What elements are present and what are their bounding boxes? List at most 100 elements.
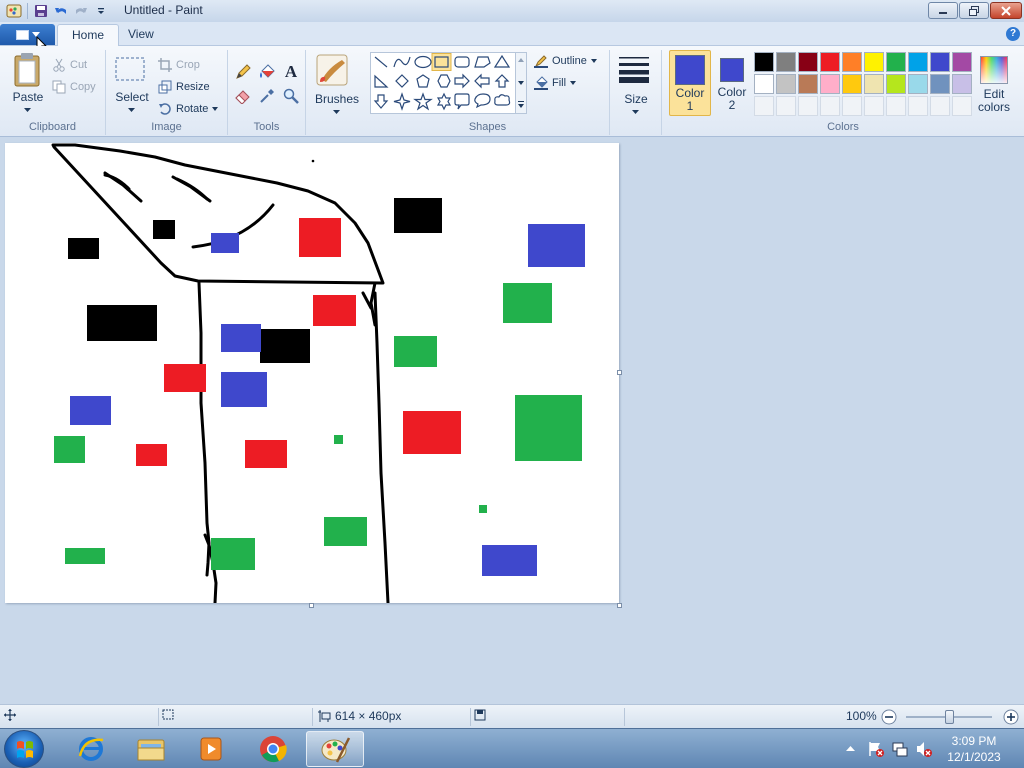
fill-button[interactable]: Fill — [534, 76, 577, 90]
resize-handle-corner[interactable] — [617, 603, 622, 608]
line-shape-icon[interactable] — [374, 56, 388, 68]
rounded-rectangle-shape-icon[interactable] — [454, 56, 470, 68]
clock[interactable]: 3:09 PM 12/1/2023 — [946, 733, 1002, 765]
close-button[interactable] — [990, 2, 1022, 19]
palette-swatch[interactable] — [886, 74, 906, 94]
taskbar-paint[interactable] — [306, 731, 364, 767]
rectangle-shape-icon[interactable] — [431, 53, 452, 71]
palette-swatch[interactable] — [754, 74, 774, 94]
oval-callout-shape-icon[interactable] — [474, 93, 491, 109]
custom-color-slot[interactable] — [776, 96, 796, 116]
custom-color-slot[interactable] — [930, 96, 950, 116]
fill-bucket-icon[interactable] — [257, 62, 277, 82]
custom-color-slot[interactable] — [864, 96, 884, 116]
palette-swatch[interactable] — [864, 52, 884, 72]
color1-button[interactable]: Color 1 — [669, 50, 711, 116]
custom-color-slot[interactable] — [842, 96, 862, 116]
help-icon[interactable]: ? — [1006, 27, 1020, 41]
cut-button[interactable]: Cut — [52, 58, 87, 72]
size-button[interactable]: Size — [616, 52, 656, 114]
custom-color-slot[interactable] — [908, 96, 928, 116]
shapes-gallery-scrollbar[interactable] — [515, 52, 527, 114]
undo-icon[interactable] — [51, 2, 71, 20]
redo-icon[interactable] — [71, 2, 91, 20]
paste-button[interactable]: Paste — [8, 52, 48, 112]
palette-swatch[interactable] — [754, 52, 774, 72]
custom-color-slot[interactable] — [886, 96, 906, 116]
palette-swatch[interactable] — [842, 74, 862, 94]
hexagon-shape-icon[interactable] — [437, 74, 451, 88]
paint-app-icon[interactable] — [4, 2, 24, 20]
taskbar-media-player[interactable] — [182, 731, 240, 767]
up-arrow-shape-icon[interactable] — [494, 74, 510, 88]
palette-swatch[interactable] — [952, 74, 972, 94]
diamond-shape-icon[interactable] — [395, 74, 409, 88]
pencil-icon[interactable] — [233, 62, 253, 82]
select-button[interactable]: Select — [112, 52, 152, 112]
tab-view[interactable]: View — [114, 24, 168, 46]
crop-button[interactable]: Crop — [158, 58, 200, 72]
polygon-shape-icon[interactable] — [474, 56, 491, 68]
palette-swatch[interactable] — [820, 74, 840, 94]
custom-color-slot[interactable] — [820, 96, 840, 116]
text-icon[interactable]: A — [281, 62, 301, 82]
triangle-shape-icon[interactable] — [493, 54, 511, 68]
curve-shape-icon[interactable] — [393, 56, 411, 68]
edit-colors-button[interactable]: Edit colors — [974, 52, 1014, 116]
pentagon-shape-icon[interactable] — [416, 74, 430, 88]
eraser-icon[interactable] — [233, 86, 253, 106]
oval-shape-icon[interactable] — [414, 55, 432, 69]
copy-button[interactable]: Copy — [52, 80, 96, 94]
palette-swatch[interactable] — [930, 52, 950, 72]
zoom-in-button[interactable] — [1003, 709, 1019, 725]
palette-swatch[interactable] — [842, 52, 862, 72]
rotate-button[interactable]: Rotate — [158, 102, 219, 116]
color2-button[interactable]: Color 2 — [714, 50, 754, 116]
custom-color-slot[interactable] — [952, 96, 972, 116]
taskbar-internet-explorer[interactable] — [62, 731, 120, 767]
five-point-star-shape-icon[interactable] — [413, 92, 433, 111]
save-icon[interactable] — [31, 2, 51, 20]
palette-swatch[interactable] — [820, 52, 840, 72]
minimize-button[interactable] — [928, 2, 958, 19]
zoom-out-button[interactable] — [881, 709, 897, 725]
palette-swatch[interactable] — [864, 74, 884, 94]
zoom-slider-thumb[interactable] — [945, 710, 954, 724]
tab-home[interactable]: Home — [57, 24, 120, 46]
resize-button[interactable]: Resize — [158, 80, 210, 94]
palette-swatch[interactable] — [952, 52, 972, 72]
palette-swatch[interactable] — [798, 52, 818, 72]
customize-qat-icon[interactable] — [91, 2, 111, 20]
resize-handle-right[interactable] — [617, 370, 622, 375]
network-icon[interactable] — [891, 740, 909, 758]
show-hidden-icons[interactable] — [846, 745, 855, 752]
brushes-button[interactable]: Brushes — [314, 52, 360, 114]
left-arrow-shape-icon[interactable] — [474, 73, 490, 89]
palette-swatch[interactable] — [776, 74, 796, 94]
palette-swatch[interactable] — [776, 52, 796, 72]
taskbar-chrome[interactable] — [244, 731, 302, 767]
magnifier-icon[interactable] — [281, 86, 301, 106]
action-center-icon[interactable] — [867, 740, 885, 758]
cloud-callout-shape-icon[interactable] — [494, 94, 511, 106]
right-triangle-shape-icon[interactable] — [374, 74, 389, 88]
palette-swatch[interactable] — [886, 52, 906, 72]
volume-muted-icon[interactable] — [915, 740, 933, 758]
custom-color-slot[interactable] — [798, 96, 818, 116]
rounded-callout-shape-icon[interactable] — [454, 93, 470, 110]
color-picker-icon[interactable] — [257, 86, 277, 106]
start-button[interactable] — [4, 730, 44, 768]
custom-color-slot[interactable] — [754, 96, 774, 116]
palette-swatch[interactable] — [908, 52, 928, 72]
restore-button[interactable] — [959, 2, 989, 19]
four-point-star-shape-icon[interactable] — [393, 92, 411, 111]
six-point-star-shape-icon[interactable] — [436, 92, 452, 111]
palette-swatch[interactable] — [930, 74, 950, 94]
down-arrow-shape-icon[interactable] — [373, 94, 389, 109]
drawing-canvas[interactable] — [5, 143, 619, 605]
palette-swatch[interactable] — [798, 74, 818, 94]
taskbar-windows-explorer[interactable] — [122, 731, 180, 767]
outline-button[interactable]: Outline — [534, 54, 597, 68]
palette-swatch[interactable] — [908, 74, 928, 94]
right-arrow-shape-icon[interactable] — [454, 73, 470, 89]
